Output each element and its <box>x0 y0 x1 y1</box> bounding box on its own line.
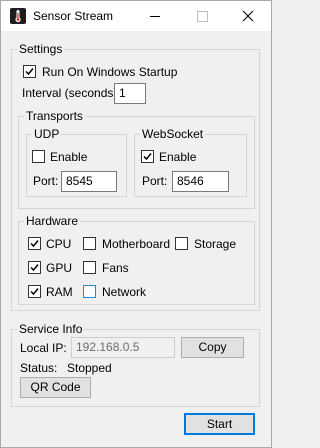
status-label: Status: <box>20 361 58 375</box>
udp-enable-checkbox[interactable] <box>32 150 45 163</box>
motherboard-checkbox[interactable] <box>83 237 96 250</box>
settings-group: Settings Run On Windows Startup Interval… <box>11 42 260 311</box>
websocket-enable-checkbox[interactable] <box>141 150 154 163</box>
maximize-icon <box>197 11 208 22</box>
transports-group: Transports UDP Enable Port: 8545 WebSock… <box>18 109 255 209</box>
gpu-checkbox[interactable] <box>28 261 41 274</box>
status-value: Stopped <box>67 361 112 375</box>
websocket-enable-label[interactable]: Enable <box>159 150 196 164</box>
service-info-group-title: Service Info <box>17 322 85 336</box>
transports-group-title: Transports <box>24 109 85 123</box>
fans-checkbox[interactable] <box>83 261 96 274</box>
service-info-group: Service Info Local IP: 192.168.0.5 Copy … <box>11 322 260 407</box>
hardware-group-title: Hardware <box>24 214 81 228</box>
storage-label[interactable]: Storage <box>194 237 236 251</box>
udp-group-title: UDP <box>32 127 62 141</box>
udp-port-input[interactable]: 8545 <box>61 171 117 192</box>
interval-input[interactable]: 1 <box>114 83 146 104</box>
startup-checkbox[interactable] <box>23 65 36 78</box>
window-title: Sensor Stream <box>33 9 114 23</box>
gpu-label[interactable]: GPU <box>46 261 72 275</box>
copy-button[interactable]: Copy <box>181 337 244 358</box>
title-bar[interactable]: Sensor Stream <box>1 1 271 31</box>
app-window: Sensor Stream Settings Run On Windows St… <box>0 0 272 448</box>
ram-label[interactable]: RAM <box>46 285 73 299</box>
minimize-icon <box>150 16 160 17</box>
thermometer-icon <box>9 7 27 25</box>
network-checkbox[interactable] <box>83 285 96 298</box>
storage-checkbox[interactable] <box>175 237 188 250</box>
local-ip-field: 192.168.0.5 <box>71 337 175 358</box>
network-label[interactable]: Network <box>102 285 146 299</box>
websocket-group: WebSocket Enable Port: 8546 <box>134 127 247 197</box>
settings-group-title: Settings <box>17 42 65 56</box>
qr-code-button[interactable]: QR Code <box>20 377 91 398</box>
websocket-port-label: Port: <box>142 174 168 188</box>
udp-enable-label[interactable]: Enable <box>50 150 87 164</box>
udp-group: UDP Enable Port: 8545 <box>26 127 127 197</box>
websocket-group-title: WebSocket <box>140 127 206 141</box>
cpu-label[interactable]: CPU <box>46 237 71 251</box>
interval-label: Interval (seconds): <box>22 86 121 100</box>
minimize-button[interactable] <box>133 1 179 31</box>
cpu-checkbox[interactable] <box>28 237 41 250</box>
fans-label[interactable]: Fans <box>102 261 129 275</box>
close-button[interactable] <box>225 1 271 31</box>
hardware-group: Hardware CPU Motherboard Storage GPU Fan… <box>18 214 255 305</box>
websocket-port-input[interactable]: 8546 <box>172 171 229 192</box>
ram-checkbox[interactable] <box>28 285 41 298</box>
maximize-button[interactable] <box>179 1 225 31</box>
local-ip-label: Local IP: <box>20 341 67 355</box>
close-icon <box>242 10 254 22</box>
start-button[interactable]: Start <box>184 413 255 435</box>
udp-port-label: Port: <box>33 174 59 188</box>
motherboard-label[interactable]: Motherboard <box>102 237 170 251</box>
startup-label[interactable]: Run On Windows Startup <box>42 65 177 79</box>
